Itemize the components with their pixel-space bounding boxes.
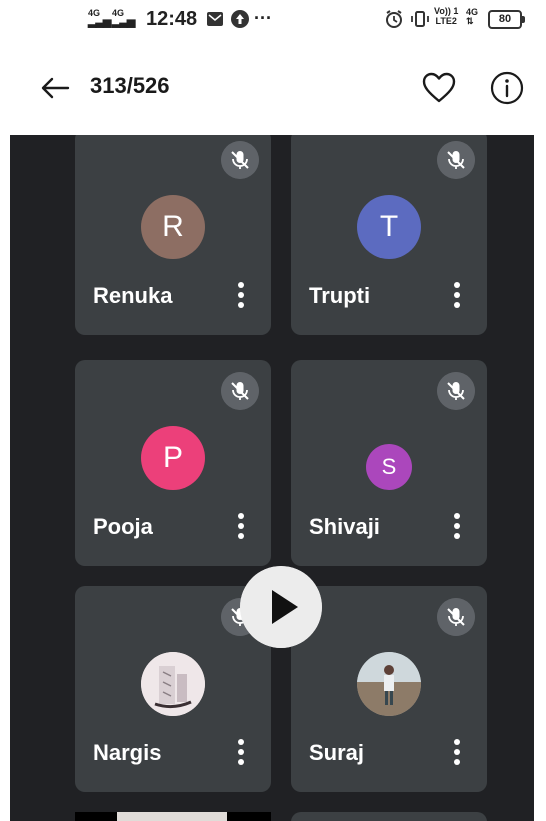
participant-name: Nargis [93,740,162,765]
overflow-indicator: ··· [254,8,272,28]
more-vertical-icon[interactable] [453,513,461,541]
avatar-photo [357,652,421,716]
mic-off-icon [437,141,475,179]
avatar: S [366,444,412,490]
more-vertical-icon[interactable] [237,739,245,767]
vibrate-icon [411,11,429,27]
mic-off-icon [437,372,475,410]
mic-off-icon [221,372,259,410]
participant-tile-partial [291,812,487,821]
arrow-left-icon[interactable] [38,70,74,106]
mic-off-icon [221,141,259,179]
signal-bars-icon: ▂▃▅ [112,16,135,28]
status-bar: 4G ▂▃▅ 4G ▂▃▅ 12:48 ··· Vo)) 1 LTE2 4G ⇅… [0,0,546,40]
signal-sim1: 4G ▂▃▅ [88,9,111,28]
participant-name: Pooja [93,514,153,539]
more-vertical-icon[interactable] [237,513,245,541]
battery-indicator: 80 [488,10,525,29]
participant-tile: R Renuka [75,135,271,335]
media-viewer[interactable]: R Renuka T Trupti P Pooja S Shivaji Narg… [10,135,534,821]
alarm-icon [386,10,402,28]
more-vertical-icon[interactable] [453,739,461,767]
more-vertical-icon[interactable] [453,282,461,310]
more-vertical-icon[interactable] [237,282,245,310]
volte-indicator: Vo)) 1 LTE2 [434,6,459,26]
message-icon [207,12,223,26]
clock: 12:48 [146,8,198,30]
avatar-photo [141,652,205,716]
image-counter: 313/526 [90,73,170,98]
avatar: T [357,195,421,259]
avatar: R [141,195,205,259]
participant-name: Suraj [309,740,365,765]
app-bar: 313/526 [0,55,546,123]
participant-tile: T Trupti [291,135,487,335]
heart-icon[interactable] [420,69,458,107]
upload-icon [231,10,249,28]
signal-sim2: 4G ▂▃▅ [112,9,135,28]
avatar: P [141,426,205,490]
net-indicator: 4G ⇅ [466,7,479,26]
participant-tile: P Pooja [75,360,271,566]
participant-name: Shivaji [309,514,380,539]
play-icon[interactable] [240,566,322,648]
participant-name: Trupti [309,283,371,308]
mic-off-icon [437,598,475,636]
participant-name: Renuka [93,283,173,308]
signal-bars-icon: ▂▃▅ [88,16,111,28]
info-icon[interactable] [488,69,526,107]
participant-tile-partial [75,812,271,821]
participant-tile: S Shivaji [291,360,487,566]
